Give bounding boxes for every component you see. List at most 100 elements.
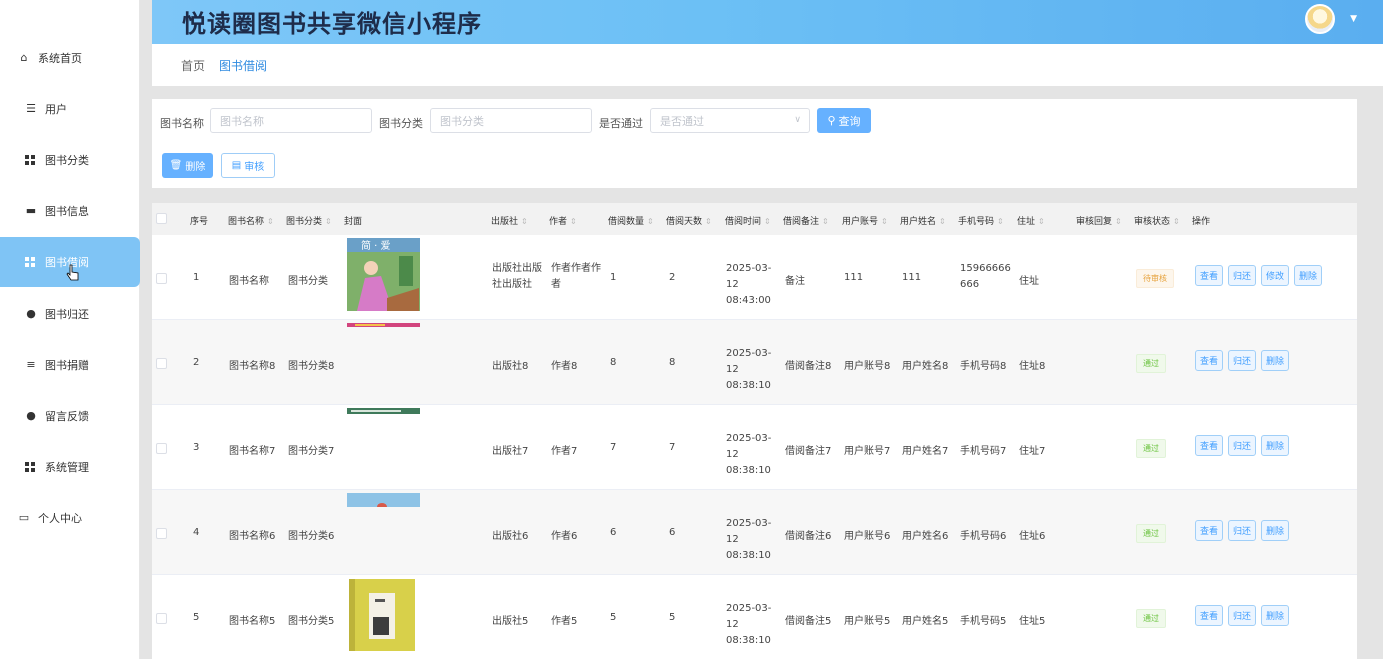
- row-checkbox[interactable]: [156, 528, 167, 539]
- view-button[interactable]: 查看: [1195, 350, 1223, 371]
- th-qty[interactable]: 借阅数量 ⇕: [608, 214, 654, 227]
- th-time[interactable]: 借阅时间 ⇕: [725, 214, 771, 227]
- sidebar-item-book-return[interactable]: ● 图书归还: [0, 289, 140, 339]
- delete-row-button[interactable]: 删除: [1261, 605, 1289, 626]
- table-row: 5 图书名称5 图书分类5 出版社5 作者5 5 5 2025-03-12 08…: [152, 575, 1357, 659]
- th-address[interactable]: 住址 ⇕: [1017, 214, 1045, 227]
- cell-author: 作者6: [551, 531, 578, 542]
- cell-time: 2025-03-12 08:43:00: [726, 263, 772, 306]
- return-button[interactable]: 归还: [1228, 605, 1256, 626]
- sidebar-item-system[interactable]: 系统管理: [0, 442, 140, 492]
- approved-label: 是否通过: [599, 117, 643, 130]
- cell-account: 用户账号6: [844, 531, 891, 542]
- cell-time: 2025-03-12 08:38:10: [726, 518, 772, 561]
- sidebar-item-feedback[interactable]: ● 留言反馈: [0, 391, 140, 441]
- status-badge: 待审核: [1136, 269, 1174, 288]
- row-checkbox[interactable]: [156, 358, 167, 369]
- query-button[interactable]: ⚲ 查询: [817, 108, 871, 133]
- delete-button[interactable]: 🗑 删除: [162, 153, 213, 178]
- sort-icon: ⇕: [521, 217, 528, 226]
- cell-username: 用户姓名7: [902, 446, 949, 457]
- sidebar-item-book-category[interactable]: 图书分类: [0, 135, 140, 185]
- avatar[interactable]: [1305, 4, 1335, 34]
- cell-time: 2025-03-12 08:38:10: [726, 348, 772, 391]
- row-checkbox[interactable]: [156, 273, 167, 284]
- card-icon: ▭: [18, 511, 30, 524]
- sidebar-item-label: 用户: [45, 103, 67, 116]
- delete-row-button[interactable]: 删除: [1294, 265, 1322, 286]
- delete-row-button[interactable]: 删除: [1261, 435, 1289, 456]
- breadcrumb-home[interactable]: 首页: [181, 57, 205, 74]
- monitor-icon: ▬: [25, 204, 37, 217]
- th-phone[interactable]: 手机号码 ⇕: [958, 214, 1004, 227]
- cell-name: 图书名称: [229, 276, 269, 287]
- sort-icon: ⇕: [997, 217, 1004, 226]
- cell-name: 图书名称6: [229, 531, 276, 542]
- chevron-down-icon[interactable]: ▼: [1350, 14, 1357, 24]
- th-reply[interactable]: 审核回复 ⇕: [1076, 214, 1122, 227]
- th-remark[interactable]: 借阅备注 ⇕: [783, 214, 829, 227]
- cell-days: 8: [669, 357, 676, 368]
- sidebar-item-book-info[interactable]: ▬ 图书信息: [0, 186, 140, 236]
- sliders-icon: ☰: [26, 102, 36, 115]
- row-checkbox[interactable]: [156, 443, 167, 454]
- sidebar-item-label: 个人中心: [38, 512, 82, 525]
- sidebar-item-home[interactable]: ⌂ 系统首页: [0, 33, 140, 83]
- location-pin-icon: ●: [26, 409, 36, 422]
- status-badge: 通过: [1136, 524, 1166, 543]
- th-days[interactable]: 借阅天数 ⇕: [666, 214, 712, 227]
- th-account[interactable]: 用户账号 ⇕: [842, 214, 888, 227]
- cell-author: 作者7: [551, 446, 578, 457]
- th-publisher[interactable]: 出版社 ⇕: [491, 214, 528, 227]
- sidebar-item-profile[interactable]: ▭ 个人中心: [0, 493, 140, 543]
- cell-index: 2: [193, 357, 200, 368]
- approved-select[interactable]: 是否通过 ∨: [650, 108, 810, 133]
- document-icon: ▤: [231, 160, 242, 171]
- grid-icon: [25, 462, 35, 472]
- view-button[interactable]: 查看: [1195, 265, 1223, 286]
- home-icon: ⌂: [20, 51, 28, 64]
- book-category-input[interactable]: 图书分类: [430, 108, 592, 133]
- th-author[interactable]: 作者 ⇕: [549, 214, 577, 227]
- cell-index: 4: [193, 527, 200, 538]
- breadcrumb-current: 图书借阅: [219, 58, 268, 73]
- pointer-cursor-icon: [66, 264, 79, 281]
- row-checkbox[interactable]: [156, 613, 167, 624]
- book-cover-image: [347, 493, 420, 507]
- view-button[interactable]: 查看: [1195, 520, 1223, 541]
- cell-phone: 手机号码5: [960, 616, 1007, 627]
- cell-qty: 1: [610, 272, 617, 283]
- sidebar-item-book-donate[interactable]: ≡ 图书捐赠: [0, 340, 140, 390]
- sort-icon: ⇕: [881, 217, 888, 226]
- delete-row-button[interactable]: 删除: [1261, 350, 1289, 371]
- delete-row-button[interactable]: 删除: [1261, 520, 1289, 541]
- return-button[interactable]: 归还: [1228, 265, 1256, 286]
- audit-button[interactable]: ▤ 审核: [221, 153, 275, 178]
- view-button[interactable]: 查看: [1195, 605, 1223, 626]
- cell-author: 作者5: [551, 616, 578, 627]
- return-button[interactable]: 归还: [1228, 435, 1256, 456]
- th-username[interactable]: 用户姓名 ⇕: [900, 214, 946, 227]
- return-button[interactable]: 归还: [1228, 350, 1256, 371]
- book-name-input[interactable]: 图书名称: [210, 108, 372, 133]
- book-cover-image: [347, 408, 420, 414]
- sidebar-item-label: 图书捐赠: [45, 359, 89, 372]
- th-name[interactable]: 图书名称 ⇕: [228, 214, 274, 227]
- cell-qty: 6: [610, 527, 617, 538]
- sidebar-item-label: 系统首页: [38, 52, 82, 65]
- cell-name: 图书名称5: [229, 616, 276, 627]
- select-all-checkbox[interactable]: [156, 213, 167, 224]
- view-button[interactable]: 查看: [1195, 435, 1223, 456]
- th-category[interactable]: 图书分类 ⇕: [286, 214, 332, 227]
- cell-address: 住址5: [1019, 616, 1046, 627]
- grid-icon: [25, 155, 35, 165]
- sidebar-item-users[interactable]: ☰ 用户: [0, 84, 140, 134]
- return-button[interactable]: 归还: [1228, 520, 1256, 541]
- edit-button[interactable]: 修改: [1261, 265, 1289, 286]
- sort-icon: ⇕: [267, 217, 274, 226]
- cell-category: 图书分类: [288, 276, 328, 287]
- th-status[interactable]: 审核状态 ⇕: [1134, 214, 1180, 227]
- table-row: 1 图书名称 图书分类 简 · 爱 出版社出版社出版社 作者作者作者 1 2 2…: [152, 235, 1357, 320]
- list-icon: ≡: [26, 358, 36, 371]
- th-cover: 封面: [344, 217, 363, 227]
